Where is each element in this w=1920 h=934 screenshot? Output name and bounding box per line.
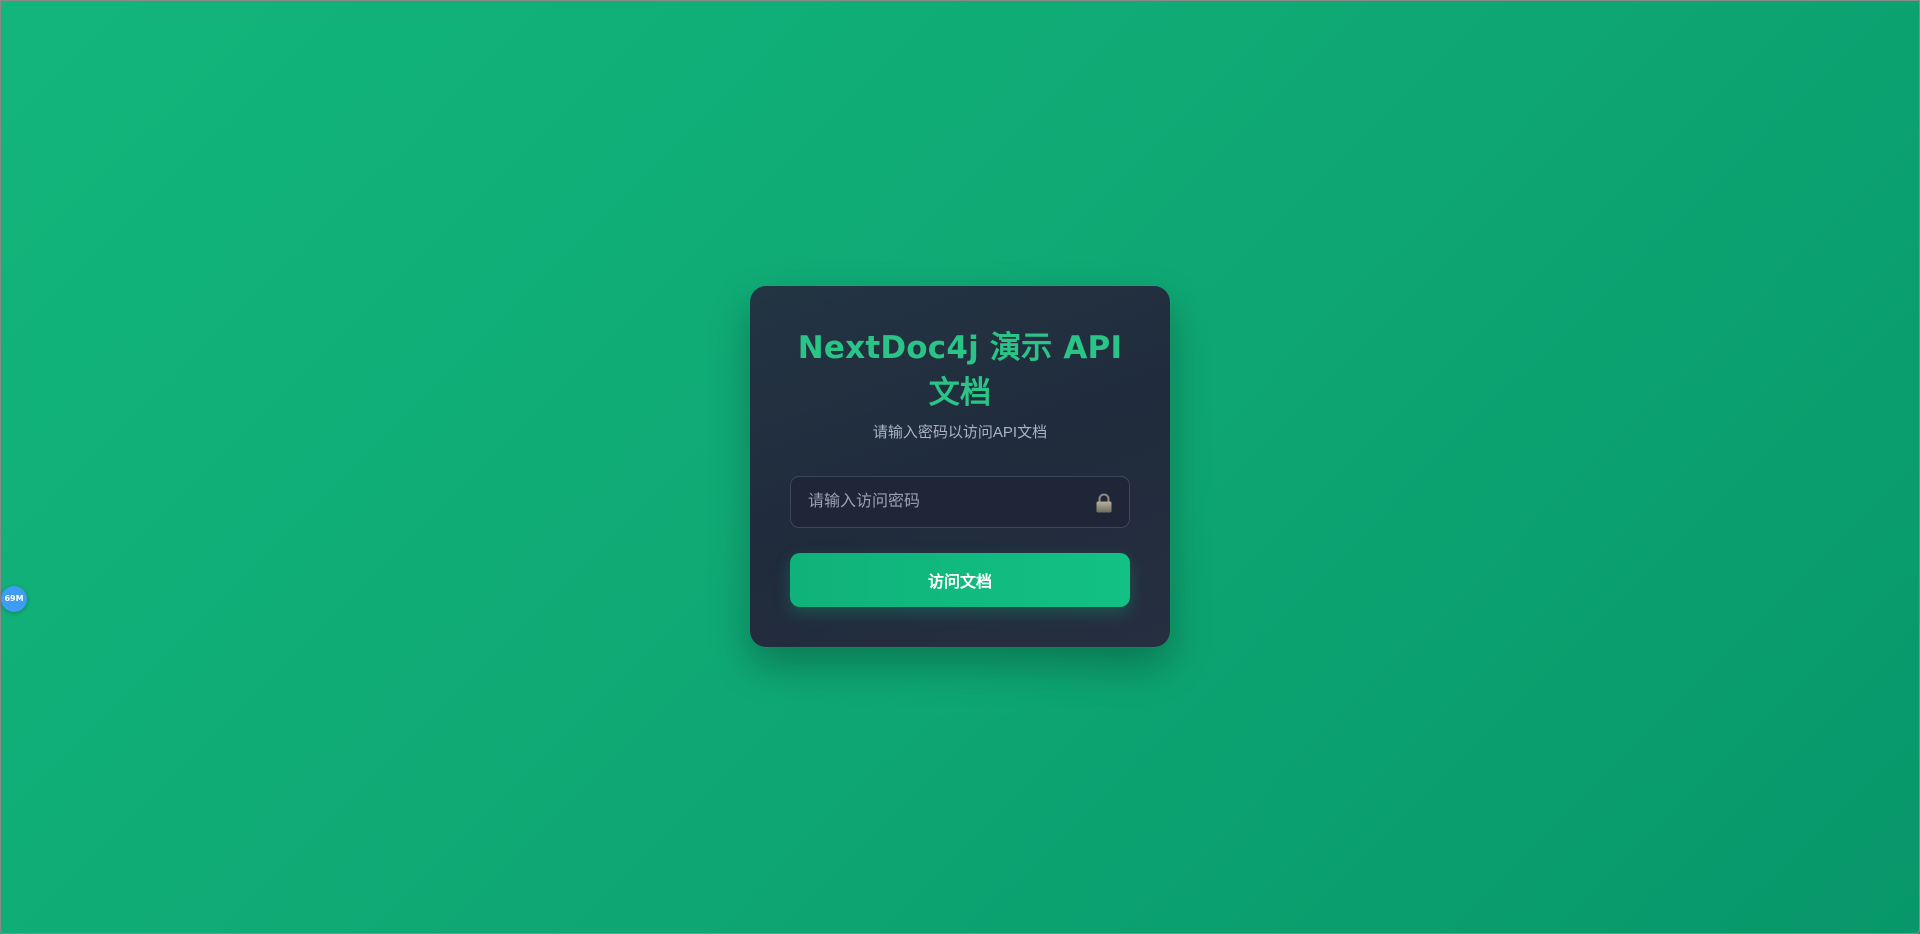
password-input[interactable] — [791, 477, 1129, 527]
login-card: NextDoc4j 演示 API 文档 请输入密码以访问API文档 访问文档 — [750, 286, 1170, 647]
page-title: NextDoc4j 演示 API 文档 — [797, 330, 1123, 411]
access-docs-button[interactable]: 访问文档 — [790, 553, 1130, 607]
lock-icon — [1095, 493, 1113, 513]
page-subtitle: 请输入密码以访问API文档 — [872, 424, 1048, 441]
memory-usage-badge[interactable]: 69M — [1, 586, 27, 612]
password-field — [790, 476, 1130, 528]
